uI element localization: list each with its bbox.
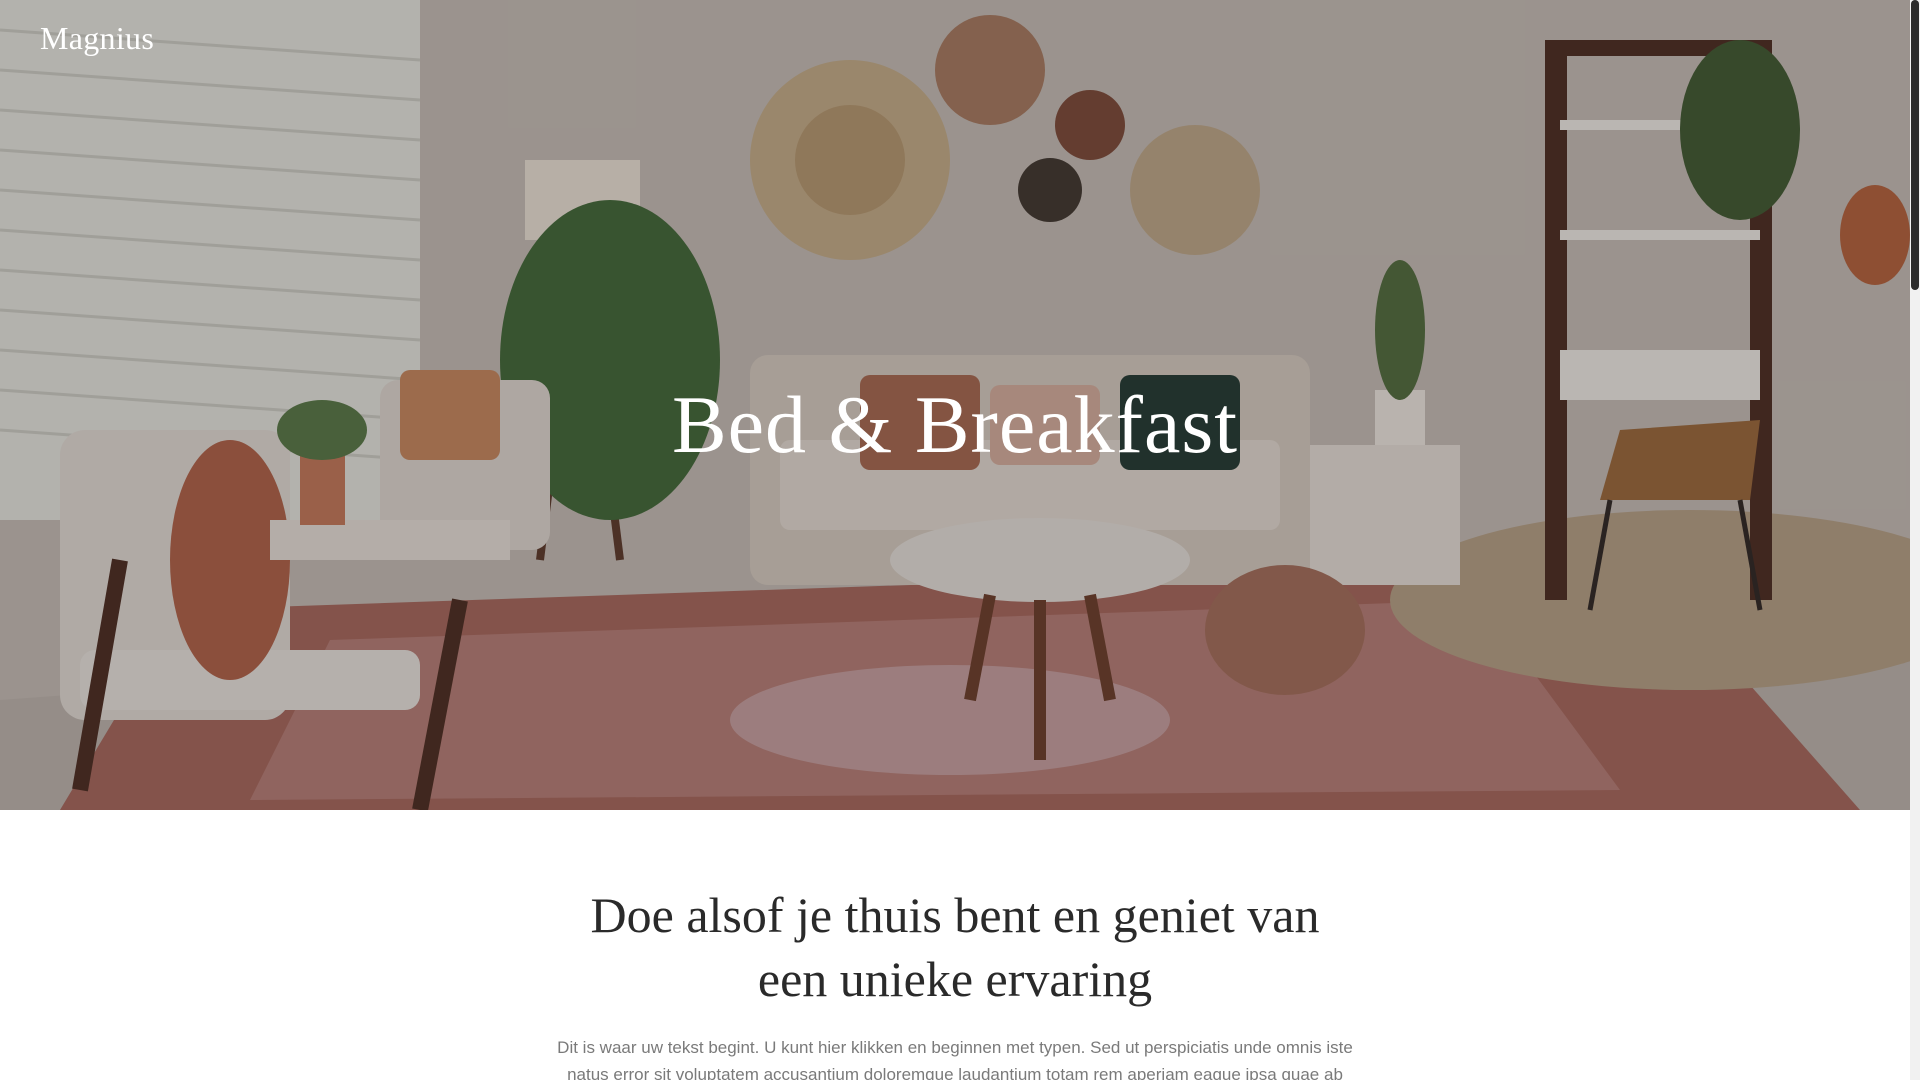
- vertical-scrollbar[interactable]: [1910, 0, 1920, 1080]
- intro-body-text: Dit is waar uw tekst begint. U kunt hier…: [557, 1038, 1353, 1080]
- hero-section: Magnius Bed & Breakfast: [0, 0, 1910, 810]
- intro-heading: Doe alsof je thuis bent en geniet van ee…: [590, 887, 1320, 1007]
- brand-logo[interactable]: Magnius: [40, 20, 154, 57]
- hero-title: Bed & Breakfast: [671, 379, 1239, 470]
- page: Magnius Bed & Breakfast Doe alsof je thu…: [0, 0, 1920, 1080]
- intro-section: Doe alsof je thuis bent en geniet van ee…: [0, 810, 1910, 1080]
- scrollbar-thumb[interactable]: [1911, 0, 1919, 290]
